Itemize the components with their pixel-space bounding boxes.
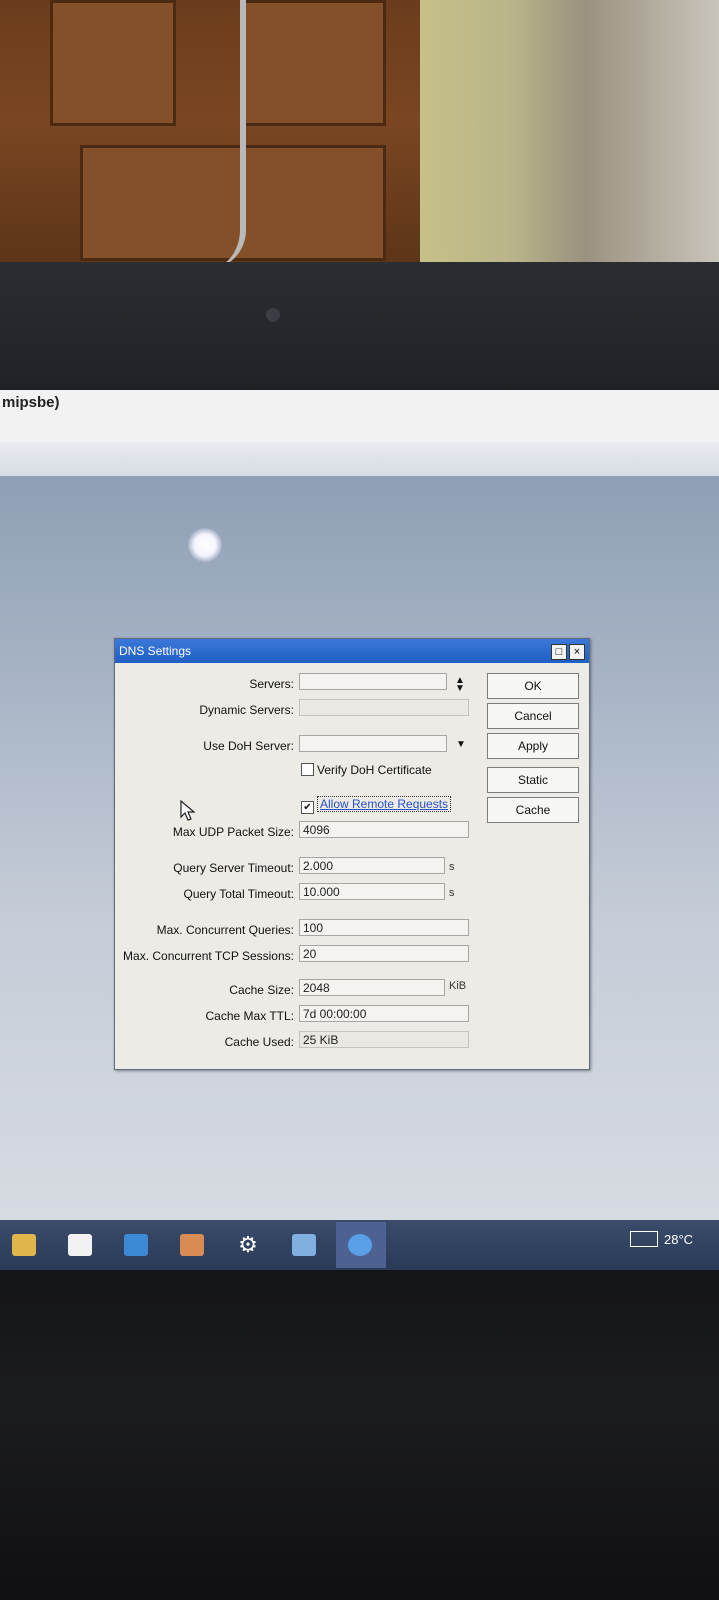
window-title: mipsbe) [2,394,60,411]
servers-input[interactable] [299,673,447,690]
max-concurrent-tcp-sessions-label: Max. Concurrent TCP Sessions: [123,949,294,963]
maximize-button[interactable]: □ [551,644,567,660]
media-icon[interactable] [180,1234,204,1256]
dynamic-servers-label: Dynamic Servers: [199,703,294,717]
settings-icon[interactable]: ⚙ [236,1234,260,1256]
query-server-timeout-label: Query Server Timeout: [173,861,294,875]
wall-background [420,0,719,270]
door-panel [50,0,176,126]
weather-icon [630,1231,658,1247]
cache-max-ttl-label: Cache Max TTL: [205,1009,294,1023]
ok-button[interactable]: OK [487,673,579,699]
verify-doh-certificate-label: Verify DoH Certificate [317,763,432,777]
taskbar: ⚙ 28°C [0,1220,719,1270]
dropdown-arrow-icon[interactable]: ▼ [456,739,466,750]
verify-doh-certificate-checkbox[interactable]: Verify DoH Certificate [301,763,432,777]
store-icon[interactable] [68,1234,92,1256]
cache-max-ttl-input[interactable]: 7d 00:00:00 [299,1005,469,1022]
use-doh-server-input[interactable] [299,735,447,752]
monitor-bezel-bottom [0,1270,719,1600]
query-total-timeout-unit: s [449,887,455,899]
dns-settings-dialog: DNS Settings □ × Servers: ▲ ▼ Dynamic Se… [114,638,590,1070]
cache-size-input[interactable]: 2048 [299,979,445,996]
door-panel [240,0,386,126]
max-concurrent-queries-input[interactable]: 100 [299,919,469,936]
dialog-title: DNS Settings [119,644,192,658]
apply-button[interactable]: Apply [487,733,579,759]
browser-icon[interactable] [348,1234,372,1256]
static-button[interactable]: Static [487,767,579,793]
winbox-icon[interactable] [292,1234,316,1256]
checkbox-checked[interactable]: ✔ [301,801,314,814]
cache-size-unit: KiB [449,980,467,992]
max-concurrent-tcp-sessions-input[interactable]: 20 [299,945,469,962]
query-server-timeout-input[interactable]: 2.000 [299,857,445,874]
max-udp-packet-size-label: Max UDP Packet Size: [172,825,294,839]
app-title-bar: mipsbe) [0,390,719,443]
dialog-titlebar[interactable]: DNS Settings □ × [115,639,589,663]
close-button[interactable]: × [569,644,585,660]
screen-glare [188,528,222,562]
checkbox-unchecked[interactable] [301,763,314,776]
mouse-cursor-icon [180,800,196,821]
cache-size-label: Cache Size: [229,983,294,997]
max-concurrent-queries-label: Max. Concurrent Queries: [156,923,294,937]
down-arrow-icon[interactable]: ▼ [455,683,465,694]
cache-button[interactable]: Cache [487,797,579,823]
cache-used-field: 25 KiB [299,1031,469,1048]
file-explorer-icon[interactable] [12,1234,36,1256]
query-total-timeout-label: Query Total Timeout: [183,887,295,901]
servers-label: Servers: [249,677,294,691]
allow-remote-requests-label: Allow Remote Requests [317,796,452,812]
cancel-button[interactable]: Cancel [487,703,579,729]
query-total-timeout-input[interactable]: 10.000 [299,883,445,900]
monitor-bezel-top [0,262,719,390]
cable [180,0,246,270]
cache-used-label: Cache Used: [224,1035,294,1049]
temperature: 28°C [664,1232,694,1247]
app-toolbar [0,442,719,477]
mail-icon[interactable] [124,1234,148,1256]
use-doh-server-label: Use DoH Server: [203,739,294,753]
query-server-timeout-unit: s [449,861,455,873]
webcam [266,308,280,322]
dynamic-servers-field [299,699,469,716]
allow-remote-requests-checkbox[interactable]: ✔ Allow Remote Requests [301,796,452,814]
system-tray: 28°C [630,1231,693,1247]
max-udp-packet-size-input[interactable]: 4096 [299,821,469,838]
